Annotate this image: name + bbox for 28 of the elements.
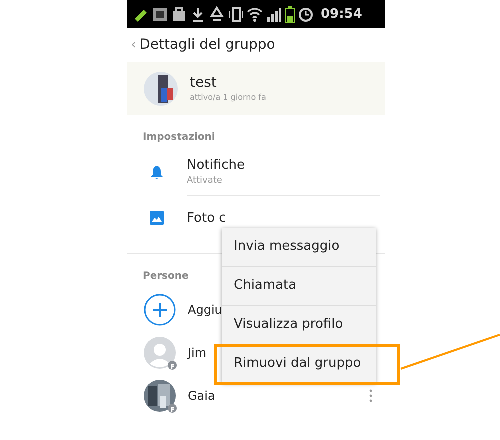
group-avatar-icon (144, 72, 178, 106)
add-icon (144, 294, 176, 326)
group-name: test (190, 75, 218, 91)
signal-icon (266, 6, 282, 22)
screen-title: Dettagli del gruppo (140, 37, 276, 53)
group-status: attivo/a 1 giorno fa (190, 93, 266, 102)
menu-item[interactable]: Visualizza profilo (222, 305, 376, 344)
setting-title: Notifiche (187, 158, 246, 172)
person-name: Jim (188, 346, 208, 360)
settings-row[interactable]: Notifiche Attivate (127, 149, 385, 195)
menu-item[interactable]: Chiamata (222, 266, 376, 305)
person-avatar-icon (144, 336, 176, 368)
setting-title: Foto c (187, 210, 228, 226)
battery-icon (285, 6, 295, 22)
bag-icon (171, 6, 187, 22)
image-icon (150, 211, 164, 225)
download-icon (190, 6, 206, 22)
section-title: Persone (143, 271, 189, 282)
person-name: Aggiu (188, 302, 224, 316)
vibrate-icon (228, 6, 244, 22)
menu-item[interactable]: Rimuovi dal gruppo (222, 344, 376, 383)
setting-subtitle: Attivate (187, 176, 224, 186)
alarm-clock-icon (298, 6, 314, 22)
bell-icon (150, 164, 164, 180)
section-title: Impostazioni (143, 132, 216, 143)
wifi-icon (247, 6, 263, 22)
person-name: Gaia (188, 388, 216, 402)
clock-time: 09:54 (321, 6, 362, 22)
